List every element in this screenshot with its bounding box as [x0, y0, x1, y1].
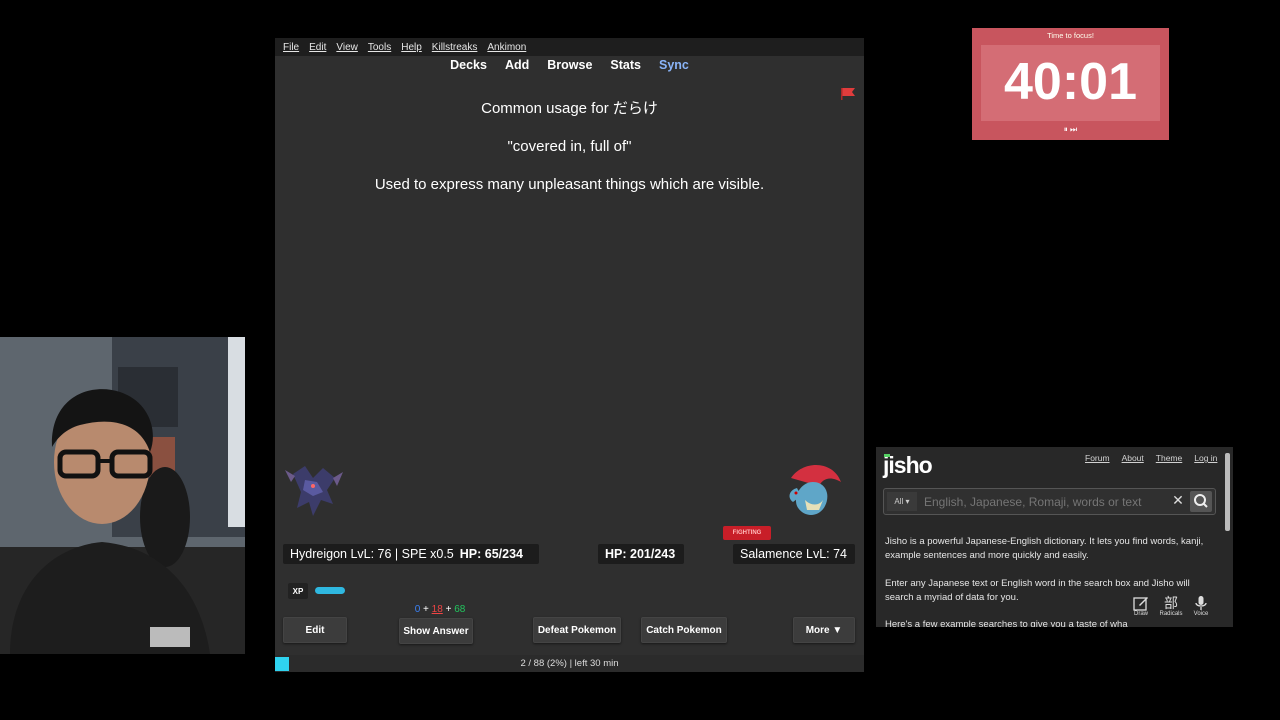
nav-forum[interactable]: Forum: [1085, 453, 1110, 463]
filter-select[interactable]: All ▾: [887, 492, 917, 511]
player-hp: HP: 65/234: [459, 547, 523, 561]
player-info: Hydreigon LvL: 76 | SPE x0.5: [290, 547, 454, 561]
learn-count: 18: [431, 604, 443, 615]
review-count: 68: [454, 604, 466, 615]
jisho-logo[interactable]: jisho: [883, 452, 933, 479]
voice-label: Voice: [1193, 611, 1209, 617]
card-meaning: "covered in, full of": [507, 138, 632, 155]
pencil-icon: [1133, 597, 1148, 611]
search-input[interactable]: [924, 493, 1172, 511]
nav-theme[interactable]: Theme: [1156, 453, 1182, 463]
draw-tool[interactable]: Draw: [1130, 595, 1152, 623]
menu-ankimon[interactable]: Ankimon: [487, 42, 526, 53]
anki-window: File Edit View Tools Help Killstreaks An…: [275, 38, 864, 672]
card-explanation: Used to express many unpleasant things w…: [374, 176, 765, 193]
radicals-label: Radicals: [1159, 611, 1183, 617]
show-answer-button[interactable]: Show Answer: [399, 618, 473, 644]
due-counts: 0 + 18 + 68: [395, 604, 485, 615]
tab-stats[interactable]: Stats: [610, 58, 641, 76]
progress-indicator: [275, 657, 289, 671]
menu-file[interactable]: File: [283, 42, 299, 53]
more-button[interactable]: More ▼: [793, 617, 855, 643]
nav-about[interactable]: About: [1122, 453, 1144, 463]
xp-label: XP: [288, 583, 308, 599]
nav-login[interactable]: Log in: [1194, 453, 1217, 463]
card-heading: Common usage for だらけ: [481, 100, 658, 117]
new-count: 0: [414, 604, 421, 615]
defeat-pokemon-button[interactable]: Defeat Pokemon: [533, 617, 621, 643]
salamence-sprite: [789, 464, 841, 515]
menu-killstreaks[interactable]: Killstreaks: [432, 42, 478, 53]
menu-help[interactable]: Help: [401, 42, 422, 53]
radicals-icon: 部: [1164, 595, 1178, 611]
search-box: All ▾ ✕: [883, 488, 1216, 515]
tab-decks[interactable]: Decks: [450, 58, 487, 76]
focus-timer: Time to focus! 40:01 ⏸ ⏭: [972, 28, 1169, 140]
microphone-icon: [1195, 596, 1207, 610]
scrollbar[interactable]: [1225, 453, 1230, 531]
tab-browse[interactable]: Browse: [547, 58, 592, 76]
jisho-nav: Forum About Theme Log in: [1085, 453, 1217, 463]
player-status: Hydreigon LvL: 76 | SPE x0.5 HP: 65/234: [283, 544, 539, 564]
menu-bar: File Edit View Tools Help Killstreaks An…: [275, 38, 864, 56]
enemy-info: Salamence LvL: 74: [733, 544, 855, 564]
enemy-hp: HP: 201/243: [598, 544, 684, 564]
search-icon[interactable]: [1190, 491, 1212, 512]
timer-time: 40:01: [1004, 53, 1137, 111]
timer-label: Time to focus!: [1047, 31, 1094, 40]
timer-controls[interactable]: ⏸ ⏭: [972, 125, 1169, 135]
menu-view[interactable]: View: [336, 42, 358, 53]
intro-paragraph: Jisho is a powerful Japanese-English dic…: [885, 536, 1204, 561]
logo-accent: [884, 454, 890, 457]
hydreigon-sprite: [285, 466, 343, 516]
top-toolbar: Decks Add Browse Stats Sync: [275, 58, 864, 76]
radicals-tool[interactable]: 部 Radicals: [1159, 595, 1183, 623]
catch-pokemon-button[interactable]: Catch Pokemon: [641, 617, 727, 643]
status-bar: 2 / 88 (2%) | left 30 min: [275, 655, 864, 672]
plus-sign: +: [423, 604, 429, 615]
xp-bar: [315, 587, 345, 594]
menu-tools[interactable]: Tools: [368, 42, 391, 53]
clear-icon[interactable]: ✕: [1170, 492, 1186, 512]
edit-button[interactable]: Edit: [283, 617, 347, 643]
webcam-image: [0, 337, 245, 654]
type-badge: FIGHTING: [723, 526, 771, 540]
plus-sign: +: [445, 604, 452, 615]
draw-label: Draw: [1133, 611, 1148, 617]
tab-sync[interactable]: Sync: [659, 58, 689, 76]
webcam-feed: [0, 337, 245, 654]
menu-edit[interactable]: Edit: [309, 42, 326, 53]
input-tools: Draw 部 Radicals Voice: [1130, 595, 1222, 623]
jisho-panel: jisho Forum About Theme Log in All ▾ ✕ J…: [876, 447, 1233, 627]
voice-tool[interactable]: Voice: [1190, 595, 1212, 623]
tab-add[interactable]: Add: [505, 58, 529, 76]
